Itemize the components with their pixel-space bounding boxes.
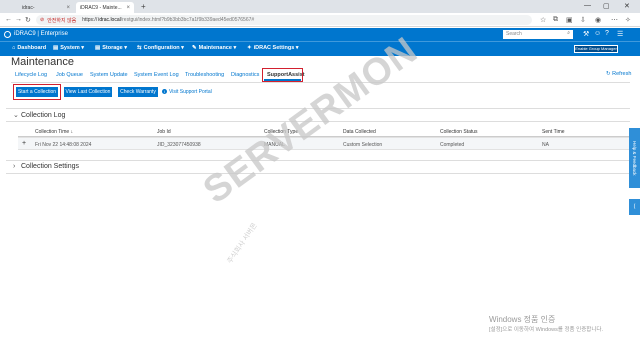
minimize-icon[interactable]: — [584, 2, 591, 9]
cell-collection-time: Fri Nov 22 14:48:08 2024 [35, 142, 92, 148]
settings-icon: ✦ [247, 45, 252, 51]
split-screen-icon[interactable]: ⧉ [553, 16, 558, 24]
windows-activation-subtitle: [설정]으로 이동하여 Windows를 정품 인증합니다. [489, 327, 603, 333]
new-tab-button[interactable]: + [141, 2, 146, 11]
cell-sent-time: NA [542, 142, 549, 148]
back-icon[interactable]: ← [5, 16, 12, 23]
server-icon: ▤ [53, 45, 59, 51]
user-icon[interactable]: ☺ [594, 30, 601, 37]
copilot-icon[interactable]: ✧ [625, 16, 631, 24]
security-label[interactable]: 안전하지 않음 [47, 17, 76, 24]
menu-item-dashboard[interactable]: ⌂ Dashboard [12, 45, 46, 51]
section-heading: Collection Settings [21, 163, 79, 170]
profile-icon[interactable]: ◉ [595, 16, 601, 24]
tab-diagnostics[interactable]: Diagnostics [231, 72, 259, 78]
column-header-job-id[interactable]: Job Id [157, 129, 171, 135]
favorites-icon[interactable]: ☆ [540, 16, 546, 24]
browser-titlebar: idrac- × iDRAC9 - Mainte... × + — ▢ ✕ [0, 0, 640, 13]
app-title: iDRAC9 | Enterprise [14, 31, 68, 37]
support-portal-link[interactable]: i Visit Support Portal [162, 89, 212, 95]
close-window-icon[interactable]: ✕ [624, 2, 630, 10]
menu-item-idrac-settings[interactable]: ✦ iDRAC Settings ▾ [247, 45, 299, 51]
app-header: iDRAC9 | Enterprise Search ⌕ ⚒ ☺ ? ☰ [0, 28, 640, 41]
url-host: idrac.local [98, 17, 121, 23]
collection-settings-toggle[interactable]: › Collection Settings [13, 163, 79, 170]
browser-tab-idrac[interactable]: idrac- × [18, 2, 74, 13]
chevron-right-icon: › [13, 163, 16, 170]
collections-icon[interactable]: ▣ [566, 16, 573, 24]
tab-job-queue[interactable]: Job Queue [56, 72, 83, 78]
url-path: /restgui/index.html?b9b3bb3bc7a1f9b339ae… [120, 17, 255, 23]
main-menu: ⌂ Dashboard ▤ System ▾ ▤ Storage ▾ ⇆ Configu… [0, 41, 640, 56]
collapse-panel-icon[interactable]: ⟨ [629, 199, 640, 215]
section-heading: Collection Log [21, 112, 66, 119]
url-field[interactable]: ⊘ 안전하지 않음 https:// idrac.local /restgui/… [36, 15, 532, 25]
expand-row-icon[interactable]: + [22, 140, 26, 147]
storage-icon: ▤ [95, 45, 101, 51]
highlight-box-start-collection [13, 84, 61, 100]
enable-group-manager-button[interactable]: Enable Group Manager [574, 45, 618, 53]
page-title: Maintenance [11, 56, 74, 68]
dell-logo-icon [4, 31, 11, 38]
refresh-button[interactable]: ↻ Refresh [606, 71, 631, 77]
tab-troubleshooting[interactable]: Troubleshooting [185, 72, 224, 78]
cell-collection-status: Completed [440, 142, 465, 148]
cell-job-id: JID_323077450938 [157, 142, 201, 148]
sort-down-icon: ↓ [70, 129, 74, 135]
wrench-icon: ✎ [192, 45, 197, 51]
column-header-sent-time[interactable]: Sent Time [542, 129, 565, 135]
menu-item-configuration[interactable]: ⇆ Configuration ▾ [137, 45, 184, 51]
divider [6, 173, 630, 174]
check-warranty-button[interactable]: Check Warranty [118, 87, 158, 97]
maximize-icon[interactable]: ▢ [603, 2, 610, 10]
help-feedback-tab[interactable]: Help & Feedback [629, 128, 640, 188]
windows-activation-title: Windows 정품 인증 [489, 315, 556, 324]
tab-system-event-log[interactable]: System Event Log [134, 72, 179, 78]
servermon-watermark-tagline: 주식회사 서버몬 [226, 222, 259, 266]
tab-label: iDRAC9 - Mainte... [80, 4, 122, 11]
column-header-collection-time[interactable]: Collection Time ↓ [35, 129, 73, 135]
collection-log-toggle[interactable]: ⌄ Collection Log [13, 111, 65, 119]
highlight-box-supportassist [262, 68, 303, 82]
settings-more-icon[interactable]: ⋯ [611, 16, 618, 24]
search-icon[interactable]: ⌕ [567, 30, 570, 36]
tab-lifecycle-log[interactable]: Lifecycle Log [15, 72, 47, 78]
menu-item-maintenance[interactable]: ✎ Maintenance ▾ [192, 45, 236, 51]
configuration-icon: ⇆ [137, 45, 142, 51]
divider [11, 82, 630, 83]
url-scheme: https:// [82, 17, 98, 23]
menu-item-system[interactable]: ▤ System ▾ [53, 45, 84, 51]
address-bar: ← → ↻ ⊘ 안전하지 않음 https:// idrac.local /re… [0, 13, 640, 27]
downloads-icon[interactable]: ⇩ [580, 16, 586, 24]
more-icon[interactable]: ☰ [617, 30, 623, 38]
browser-tab-maintenance[interactable]: iDRAC9 - Mainte... × [76, 2, 134, 13]
close-icon[interactable]: × [66, 5, 70, 11]
help-icon[interactable]: ? [605, 30, 609, 37]
column-header-collection-status[interactable]: Collection Status [440, 129, 478, 135]
reload-icon[interactable]: ↻ [25, 16, 31, 24]
cell-data-collected: Custom Selection [343, 142, 383, 148]
view-last-collection-button[interactable]: View Last Collection [64, 87, 112, 97]
forward-icon[interactable]: → [15, 16, 22, 23]
tools-icon[interactable]: ⚒ [583, 30, 589, 38]
divider [6, 160, 630, 161]
table-row[interactable] [18, 137, 630, 150]
tab-label: idrac- [22, 4, 35, 11]
menu-item-storage[interactable]: ▤ Storage ▾ [95, 45, 127, 51]
search-input[interactable]: Search ⌕ [503, 30, 573, 39]
info-icon: i [162, 89, 167, 94]
chevron-down-icon: ⌄ [13, 112, 19, 119]
column-header-data-collected[interactable]: Data Collected [343, 129, 376, 135]
warning-icon: ⊘ [40, 17, 45, 23]
close-icon[interactable]: × [126, 5, 130, 11]
home-icon: ⌂ [12, 45, 16, 51]
tab-system-update[interactable]: System Update [90, 72, 128, 78]
